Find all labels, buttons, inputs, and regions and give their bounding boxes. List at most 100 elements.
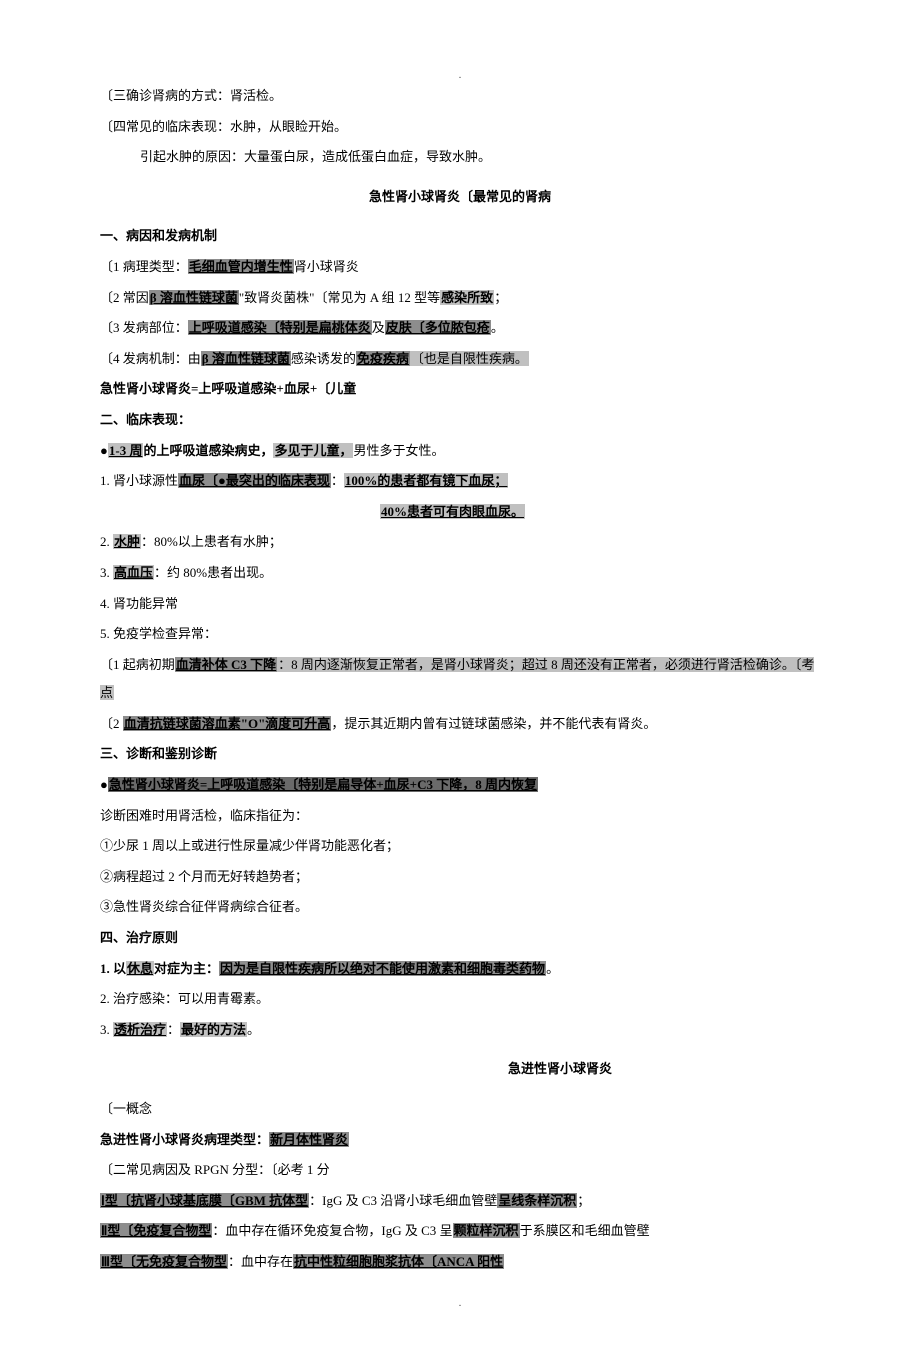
section-1-head: 一、病因和发病机制 — [100, 221, 820, 252]
hl-hematuria: 血尿〔●最突出的临床表现 — [178, 473, 331, 488]
text: 〔2 常因 — [100, 290, 149, 305]
s2-item-immuno: 5. 免疫学检查异常： — [100, 619, 820, 650]
text: 。 — [247, 1022, 260, 1037]
hl-skin: 皮肤〔多位脓包疮 — [385, 320, 491, 335]
s1-item-3: 〔3 发病部位：上呼吸道感染〔特别是扁桃体炎及皮肤〔多位脓包疮。 — [100, 313, 820, 344]
s2-item-edema: 2. 水肿：80%以上患者有水肿； — [100, 527, 820, 558]
rpgn-type-3: Ⅲ型〔无免疫复合物型：血中存在抗中性粒细胞胞浆抗体〔ANCA 阳性 — [100, 1247, 820, 1278]
hl-self-lim: 〔也是自限性疾病。 — [410, 351, 529, 366]
hl-weeks: 1-3 周 — [108, 443, 144, 458]
s2-item-renal: 4. 肾功能异常 — [100, 589, 820, 620]
hl-strep: β 溶血性链球菌 — [149, 290, 239, 305]
rpgn-path: 急进性肾小球肾炎病理类型：新月体性肾炎 — [100, 1125, 820, 1156]
rpgn-type-1: Ⅰ型〔抗肾小球基底膜〔GBM 抗体型：IgG 及 C3 沿肾小球毛细血管壁呈线条… — [100, 1186, 820, 1217]
s4-item-inf: 2. 治疗感染：可以用青霉素。 — [100, 984, 820, 1015]
text: 于系膜区和毛细血管壁 — [520, 1223, 650, 1238]
text: ； — [577, 1193, 590, 1208]
bullet: ● — [100, 443, 108, 458]
text: 1. 肾小球源性 — [100, 473, 178, 488]
s3-ind-3: ③急性肾炎综合征伴肾病综合征者。 — [100, 892, 820, 923]
hl-c3-drop: 血清补体 C3 下降 — [175, 657, 277, 672]
hl-type1: Ⅰ型〔抗肾小球基底膜〔GBM 抗体型 — [100, 1193, 309, 1208]
text: 〔1 起病初期 — [100, 657, 175, 672]
s2-item-gross: 40%患者可有肉眼血尿。 — [100, 497, 820, 528]
s1-item-4: 〔4 发病机制：由β 溶血性链球菌感染诱发的免疫疾病〔也是自限性疾病。 — [100, 344, 820, 375]
bottom-marker: . — [100, 1298, 820, 1309]
s2-item-hematuria: 1. 肾小球源性血尿〔●最突出的临床表现：100%的患者都有镜下血尿； — [100, 466, 820, 497]
text: ，提示其近期内曾有过链球菌感染，并不能代表有肾炎。 — [331, 716, 656, 731]
s3-biopsy: 诊断困难时用肾活检，临床指征为： — [100, 801, 820, 832]
s2-item-aso: 〔2 血清抗链球菌溶血素"O"滴度可升高，提示其近期内曾有过链球菌感染，并不能代… — [100, 709, 820, 740]
text: 。 — [546, 961, 559, 976]
s4-item-dialysis: 3. 透析治疗：最好的方法。 — [100, 1015, 820, 1046]
hl-no-steroid: 因为是自限性疾病所以绝对不能使用激素和细胞毒类药物 — [219, 961, 546, 976]
hl-anca: 抗中性粒细胞胞浆抗体〔ANCA 阳性 — [293, 1254, 504, 1269]
text: 〔1 病理类型： — [100, 259, 188, 274]
text: 3. — [100, 565, 113, 580]
bullet: ● — [100, 777, 108, 792]
section-4-head: 四、治疗原则 — [100, 923, 820, 954]
hl-htn: 高血压 — [113, 565, 154, 580]
s3-ind-2: ②病程超过 2 个月而无好转趋势者； — [100, 862, 820, 893]
text: ： — [331, 473, 344, 488]
hl-aso: 血清抗链球菌溶血素"O"滴度可升高 — [123, 716, 332, 731]
hl-diag-eq: 急性肾小球肾炎=上呼吸道感染〔特别是扁导体+血尿+C3 下降，8 周内恢复 — [108, 777, 538, 792]
hl-granular: 颗粒样沉积 — [453, 1223, 520, 1238]
text: ：约 80%患者出现。 — [154, 565, 272, 580]
hl-rest: 休息 — [126, 961, 154, 976]
text: 男性多于女性。 — [353, 443, 444, 458]
text: ：血中存在 — [228, 1254, 293, 1269]
hl-type3: Ⅲ型〔无免疫复合物型 — [100, 1254, 228, 1269]
s1-equation: 急性肾小球肾炎=上呼吸道感染+血尿+〔儿童 — [100, 374, 820, 405]
s2-item-htn: 3. 高血压：约 80%患者出现。 — [100, 558, 820, 589]
text: 1. 以 — [100, 961, 126, 976]
text: ： — [167, 1022, 180, 1037]
hl-type2: Ⅱ型〔免疫复合物型 — [100, 1223, 212, 1238]
s3-equation: ●急性肾小球肾炎=上呼吸道感染〔特别是扁导体+血尿+C3 下降，8 周内恢复 — [100, 770, 820, 801]
para-diag-method: 〔三确诊肾病的方式：肾活检。 — [100, 81, 820, 112]
s4-item-rest: 1. 以休息对症为主：因为是自限性疾病所以绝对不能使用激素和细胞毒类药物。 — [100, 954, 820, 985]
rpgn-types-head: 〔二常见病因及 RPGN 分型：〔必考 1 分 — [100, 1155, 820, 1186]
text: "致肾炎菌株"〔常见为 A 组 12 型等 — [239, 290, 440, 305]
text: 〔3 发病部位： — [100, 320, 188, 335]
heading-rpgn: 急进性肾小球肾炎 — [100, 1055, 820, 1084]
s2-item-history: ●1-3 周的上呼吸道感染病史，多见于儿童，男性多于女性。 — [100, 436, 820, 467]
text: 3. — [100, 1022, 113, 1037]
s2-item-c3: 〔1 起病初期血清补体 C3 下降：8 周内逐渐恢复正常者，是肾小球肾炎；超过 … — [100, 650, 820, 709]
text: 。 — [491, 320, 504, 335]
hl-children: 多见于儿童， — [273, 443, 353, 458]
para-clinical: 〔四常见的临床表现：水肿，从眼睑开始。 — [100, 112, 820, 143]
hl-best: 最好的方法 — [180, 1022, 247, 1037]
hl-infection: 感染所致 — [440, 290, 494, 305]
text: 急进性肾小球肾炎病理类型： — [100, 1132, 269, 1147]
hl-linear: 呈线条样沉积 — [497, 1193, 577, 1208]
heading-acute-gn: 急性肾小球肾炎〔最常见的肾病 — [100, 183, 820, 212]
rpgn-type-2: Ⅱ型〔免疫复合物型：血中存在循环免疫复合物，IgG 及 C3 呈颗粒样沉积于系膜… — [100, 1216, 820, 1247]
text: ：80%以上患者有水肿； — [141, 534, 282, 549]
para-edema-cause: 引起水肿的原因：大量蛋白尿，造成低蛋白血症，导致水肿。 — [100, 142, 820, 173]
section-2-head: 二、临床表现： — [100, 405, 820, 436]
hl-crescent: 新月体性肾炎 — [269, 1132, 349, 1147]
hl-immune: 免疫疾病 — [356, 351, 410, 366]
text: ； — [494, 290, 507, 305]
text: 的上呼吸道感染病史， — [143, 443, 273, 458]
text: 及 — [372, 320, 385, 335]
top-marker: . — [100, 70, 820, 81]
text: ：IgG 及 C3 沿肾小球毛细血管壁 — [309, 1193, 497, 1208]
hl-strep2: β 溶血性链球菌 — [201, 351, 291, 366]
text: ：血中存在循环免疫复合物，IgG 及 C3 呈 — [212, 1223, 452, 1238]
s1-item-1: 〔1 病理类型：毛细血管内增生性肾小球肾炎 — [100, 252, 820, 283]
text: 〔2 — [100, 716, 123, 731]
section-3-head: 三、诊断和鉴别诊断 — [100, 739, 820, 770]
hl-resp-inf: 上呼吸道感染〔特别是扁桃体炎 — [188, 320, 372, 335]
hl-micro: 100%的患者都有镜下血尿； — [344, 473, 509, 488]
hl-gross-hematuria: 40%患者可有肉眼血尿。 — [380, 504, 525, 519]
text: 2. — [100, 534, 113, 549]
concept-head: 〔一概念 — [100, 1094, 820, 1125]
text: 肾小球肾炎 — [294, 259, 359, 274]
hl-dialysis: 透析治疗 — [113, 1022, 167, 1037]
text: 〔4 发病机制：由 — [100, 351, 201, 366]
s1-item-2: 〔2 常因β 溶血性链球菌"致肾炎菌株"〔常见为 A 组 12 型等感染所致； — [100, 283, 820, 314]
text: 对症为主： — [154, 961, 219, 976]
s3-ind-1: ①少尿 1 周以上或进行性尿量减少伴肾功能恶化者； — [100, 831, 820, 862]
